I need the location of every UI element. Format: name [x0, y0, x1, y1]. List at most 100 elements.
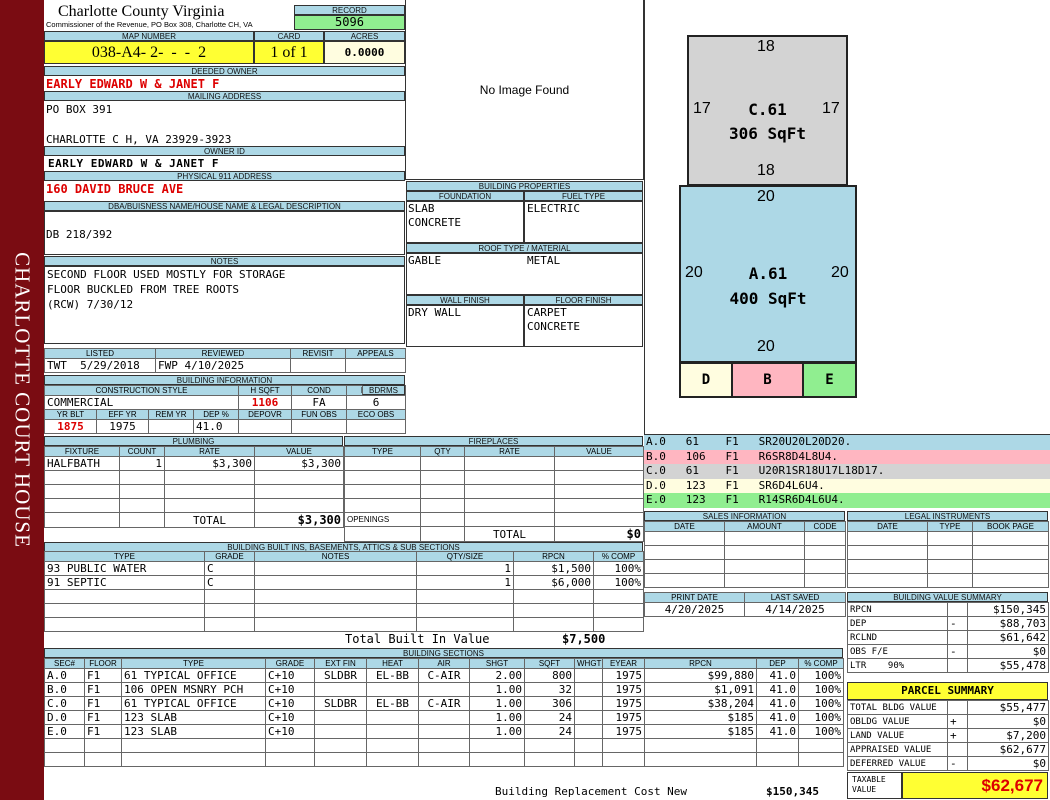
type-header: TYPE [121, 658, 266, 669]
notes-header: NOTES [44, 256, 405, 266]
c-top-dim: 18 [757, 38, 775, 55]
c-area: 306 SqFt [728, 124, 807, 143]
floor-header: FLOOR [84, 658, 122, 669]
rooms-value: 6 [346, 395, 407, 410]
sales-table: DATE AMOUNT CODE [644, 521, 846, 588]
dep-header: DEP % [192, 409, 240, 420]
mailing-line-2: CHARLOTTE C H, VA 23929-3923 [46, 133, 232, 146]
fp-total: $0 [554, 526, 644, 542]
sketch-section-b: B [731, 362, 804, 398]
floor-finish-header: FLOOR FINISH [524, 295, 643, 305]
acres-value: 0.0000 [324, 41, 405, 64]
side-banner: CHARLOTTE COURT HOUSE [0, 0, 44, 800]
plumbing-total: $3,300 [254, 512, 344, 528]
table-row: TOTAL BLDG VALUE $55,477 [847, 700, 1049, 715]
building-info-table: CONSTRUCTION STYLEH SQFTCONDROOMS COMMER… [43, 385, 407, 434]
sales-amount-header: AMOUNT [724, 521, 805, 532]
funobs-value [291, 419, 348, 434]
table-row: HALFBATH 1 $3,300 $3,300 [44, 456, 344, 471]
commissioner-line: Commissioner of the Revenue, PO Box 308,… [46, 20, 253, 29]
print-date: 4/20/2025 [644, 602, 745, 617]
rpcn-header: RPCN [644, 658, 757, 669]
builtins-total-label: Total Built In Value [345, 632, 490, 646]
hsqft-value: 1106 [238, 395, 293, 410]
wall-finish-header: WALL FINISH [406, 295, 524, 305]
side-banner-text: CHARLOTTE COURT HOUSE [10, 252, 35, 548]
bdrms-header: BDRMS [362, 385, 405, 395]
reviewed-cell: FWP 4/10/2025 [155, 358, 291, 373]
building-sections-header: BUILDING SECTIONS [44, 648, 843, 658]
revisit-header: REVISIT [290, 348, 346, 359]
reviewed-date: 4/10/2025 [184, 359, 245, 372]
sales-code-header: CODE [804, 521, 846, 532]
roof-type: GABLE [408, 254, 442, 267]
whgt-header: WHGT [574, 658, 603, 669]
foundation-2: CONCRETE [408, 216, 461, 229]
depovr-header: DEPOVR [238, 409, 293, 420]
value-summary-table: RPCN $150,345 DEP - $88,703 RCLND $61,642 OB… [847, 602, 1049, 673]
county-title: Charlotte County Virginia [58, 3, 225, 20]
fixture-header: FIXTURE [44, 446, 120, 457]
construction-style-header: CONSTRUCTION STYLE [43, 385, 240, 396]
table-row: LTR 90% $55,478 [847, 658, 1049, 673]
roof-material: METAL [527, 254, 561, 267]
fireplaces-table: TYPE QTY RATE VALUE OPENINGS TOTAL $0 [344, 446, 644, 542]
sec-header: SEC# [44, 658, 85, 669]
segment-row: A.0 61 F1 SR20U20L20D20. [644, 435, 1050, 450]
comp-header: % COMP [798, 658, 844, 669]
table-row: LAND VALUE + $7,200 [847, 728, 1049, 743]
yrblt-value: 1875 [44, 419, 97, 434]
reviewed-by: FWP [158, 359, 178, 372]
value-header: VALUE [254, 446, 344, 457]
count-cell: 1 [119, 456, 165, 471]
record-number: 5096 [294, 15, 405, 30]
eyear-header: EYEAR [602, 658, 645, 669]
fp-value-header: VALUE [554, 446, 644, 457]
revisit-cell [290, 358, 346, 373]
card-header: CARD [254, 31, 324, 41]
mailing-address-header: MAILING ADDRESS [44, 91, 405, 101]
review-table: LISTED REVIEWED REVISIT APPEALS TWT 5/29/20… [44, 348, 406, 373]
acres-header: ACRES [324, 31, 405, 41]
dep-header: DEP [756, 658, 799, 669]
table-row: 93 PUBLIC WATER C 1 $1,500 100% [44, 561, 644, 576]
plumbing-header: PLUMBING [44, 436, 343, 446]
a-label: A.61 [748, 264, 788, 283]
physical-address: 160 DAVID BRUCE AVE [46, 182, 184, 196]
replacement-cost-label: Building Replacement Cost New [495, 785, 688, 798]
segment-row: D.0 123 F1 SR6D4L6U4. [644, 478, 1050, 493]
foundation-header: FOUNDATION [406, 191, 524, 201]
sqft-header: SQFT [524, 658, 575, 669]
segment-row: C.0 61 F1 U20R1SR18U17L18D17. [644, 464, 1050, 479]
bi-grade-header: GRADE [204, 551, 255, 562]
builtins-total: $7,500 [562, 632, 606, 646]
construction-style: COMMERCIAL [43, 395, 240, 410]
fp-qty-header: QTY [420, 446, 465, 457]
a-bottom-dim: 20 [757, 338, 775, 355]
fp-type-header: TYPE [344, 446, 421, 457]
extfin-header: EXT FIN [314, 658, 367, 669]
table-row: RCLND $61,642 [847, 630, 1049, 645]
owner-id-header: OWNER ID [44, 146, 405, 156]
builtins-table: TYPE GRADE NOTES QTY/SIZE RPCN% COMP 93 PUBL… [44, 551, 644, 632]
parcel-summary-header: PARCEL SUMMARY [847, 682, 1048, 700]
reviewed-header: REVIEWED [155, 348, 291, 359]
sketch-section-e: E [802, 362, 857, 398]
note-line-1: SECOND FLOOR USED MOSTLY FOR STORAGE [47, 268, 286, 281]
building-info-header: BUILDING INFORMATION [44, 375, 405, 385]
map-number: 038-A4- 2- - - 2 [44, 41, 254, 64]
count-header: COUNT [119, 446, 165, 457]
bi-notes-header: NOTES [254, 551, 417, 562]
appeals-header: APPEALS [345, 348, 406, 359]
table-row: APPRAISED VALUE $62,677 [847, 742, 1049, 757]
wall-finish: DRY WALL [408, 306, 461, 319]
fireplaces-header: FIREPLACES [344, 436, 643, 446]
depovr-value [238, 419, 293, 434]
table-row: D.0 F1 123 SLAB C+10 1.00 24 1975 $185 41.0 100% [44, 710, 844, 725]
replacement-cost: $150,345 [766, 785, 819, 798]
air-header: AIR [418, 658, 470, 669]
listed-header: LISTED [44, 348, 156, 359]
hsqft-header: H SQFT [238, 385, 293, 396]
record-header: RECORD [294, 5, 405, 15]
openings-label: OPENINGS [344, 512, 421, 527]
